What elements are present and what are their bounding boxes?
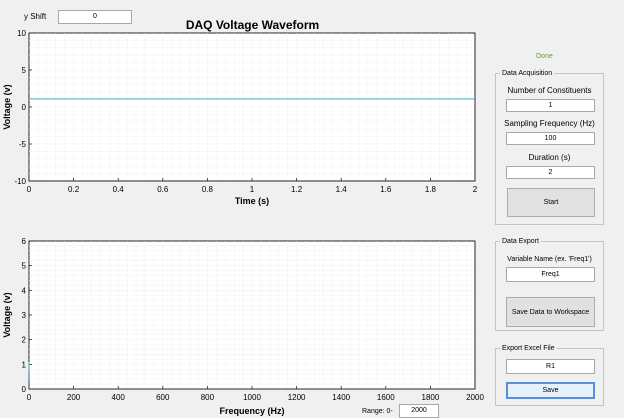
x-tick-label: 1 xyxy=(250,185,255,194)
x-tick-label: 600 xyxy=(156,393,170,402)
x-tick-label: 1.2 xyxy=(291,185,303,194)
y-tick-label: 2 xyxy=(22,336,27,345)
excel-file-input[interactable]: R1 xyxy=(506,359,595,374)
x-tick-label: 0 xyxy=(27,185,32,194)
constituents-label: Number of Constituents xyxy=(507,86,592,95)
y-tick-label: -10 xyxy=(14,177,26,186)
x-tick-label: 0.6 xyxy=(157,185,169,194)
x-tick-label: 1.6 xyxy=(380,185,392,194)
freq-xlabel: Frequency (Hz) xyxy=(219,406,284,416)
time-xlabel: Time (s) xyxy=(235,196,269,206)
variable-name-input[interactable]: Freq1 xyxy=(506,267,595,282)
freq-ylabel: Voltage (v) xyxy=(2,292,12,337)
acquisition-panel: Data Acquisition Number of Constituents … xyxy=(495,69,604,225)
x-tick-label: 0.2 xyxy=(68,185,80,194)
y-tick-label: 10 xyxy=(17,29,26,38)
start-button[interactable]: Start xyxy=(507,188,595,217)
constituents-input[interactable]: 1 xyxy=(506,99,595,112)
range-input[interactable]: 2000 xyxy=(399,404,439,418)
y-tick-label: 3 xyxy=(22,311,27,320)
yshift-label: y Shift xyxy=(24,12,47,21)
x-tick-label: 1200 xyxy=(288,393,306,402)
x-tick-label: 800 xyxy=(201,393,215,402)
save-workspace-button[interactable]: Save Data to Workspace xyxy=(506,297,595,327)
duration-input[interactable]: 2 xyxy=(506,166,595,179)
x-tick-label: 2000 xyxy=(466,393,484,402)
status-text: Done xyxy=(536,53,553,60)
sampling-freq-input[interactable]: 100 xyxy=(506,132,595,145)
x-tick-label: 1800 xyxy=(422,393,440,402)
x-tick-label: 0.4 xyxy=(113,185,125,194)
y-tick-label: 0 xyxy=(22,103,27,112)
y-tick-label: -5 xyxy=(19,140,27,149)
y-tick-label: 1 xyxy=(22,360,27,369)
x-tick-label: 0 xyxy=(27,393,32,402)
yshift-input[interactable]: 0 xyxy=(58,10,132,24)
x-tick-label: 2 xyxy=(473,185,478,194)
y-tick-label: 5 xyxy=(22,262,27,271)
save-excel-button[interactable]: Save xyxy=(506,382,595,399)
y-tick-label: 6 xyxy=(22,237,27,246)
sampling-freq-label: Sampling Frequency (Hz) xyxy=(504,119,595,128)
export-panel: Data Export Variable Name (ex. 'Freq1') … xyxy=(495,237,604,331)
time-ylabel: Voltage (v) xyxy=(2,84,12,129)
range-label: Range: 0- xyxy=(362,408,393,415)
time-plot[interactable]: 0 0.2 0.4 0.6 0.8 1 1.2 1.4 1.6 1.8 2 -10 -5 0 5 10 Tim… xyxy=(0,28,482,210)
y-tick-label: 0 xyxy=(22,385,27,394)
x-tick-label: 0.8 xyxy=(202,185,214,194)
excel-title: Export Excel File xyxy=(500,344,557,353)
acquisition-title: Data Acquisition xyxy=(500,69,555,78)
y-tick-label: 5 xyxy=(22,66,27,75)
excel-panel: Export Excel File R1 Save xyxy=(495,344,604,406)
x-tick-label: 400 xyxy=(112,393,126,402)
x-tick-label: 200 xyxy=(67,393,81,402)
y-tick-label: 4 xyxy=(22,286,27,295)
x-tick-label: 1600 xyxy=(377,393,395,402)
x-tick-label: 1.8 xyxy=(425,185,437,194)
export-title: Data Export xyxy=(500,237,541,246)
x-tick-label: 1.4 xyxy=(336,185,348,194)
x-tick-label: 1000 xyxy=(243,393,261,402)
variable-name-label: Variable Name (ex. 'Freq1') xyxy=(507,256,592,263)
x-tick-label: 1400 xyxy=(332,393,350,402)
duration-label: Duration (s) xyxy=(528,153,571,162)
freq-plot[interactable]: 0 200 400 600 800 1000 1200 1400 1600 1800 2000 0 1 2… xyxy=(0,236,490,418)
